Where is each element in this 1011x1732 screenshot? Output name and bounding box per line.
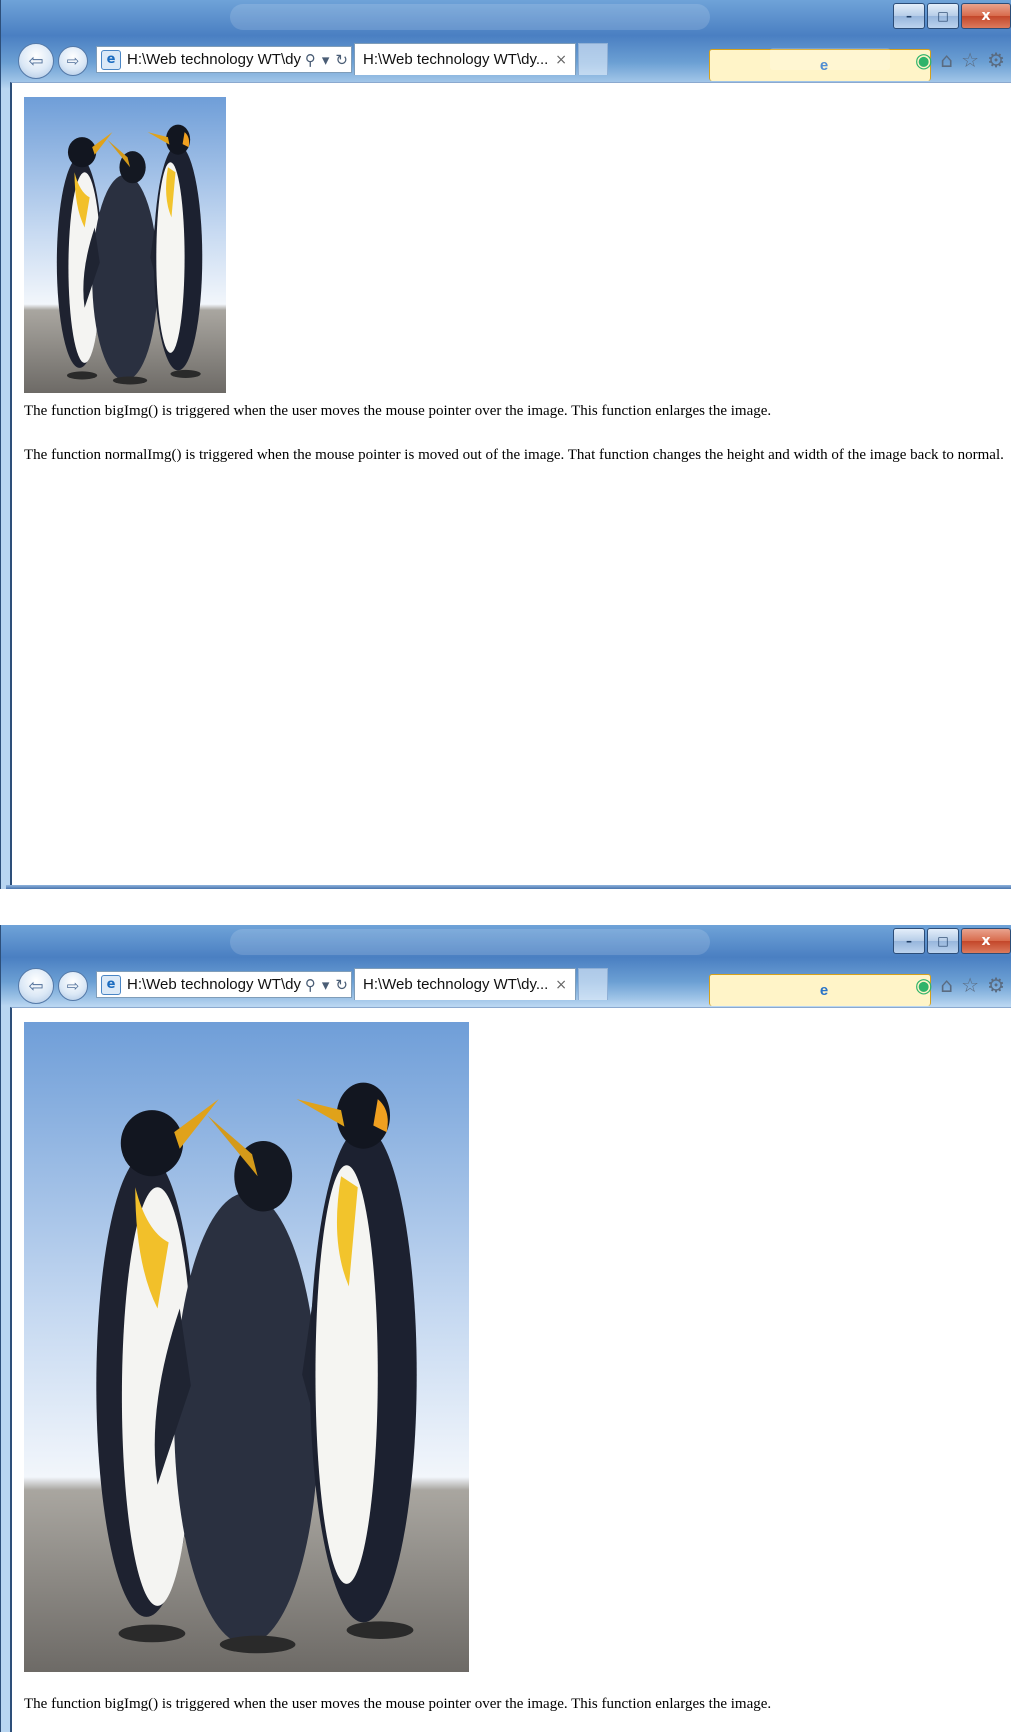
ie-page-icon: e: [101, 49, 121, 70]
forward-button[interactable]: ⇨: [58, 971, 88, 1001]
ie-page-icon: e: [101, 974, 121, 995]
refresh-icon[interactable]: ↻: [335, 51, 348, 69]
favorites-star-icon[interactable]: ☆: [961, 973, 979, 997]
new-tab-button[interactable]: [578, 968, 608, 1000]
back-button[interactable]: ⇦: [18, 43, 54, 79]
browser-window-enlarged: – □ x ⇦ ⇨ e H:\Web technology WT\dyr ⚲ ▾…: [0, 925, 1011, 1732]
maximize-button[interactable]: □: [927, 3, 959, 29]
tab-close-icon[interactable]: ×: [555, 52, 567, 68]
maximize-button[interactable]: □: [927, 928, 959, 954]
home-icon[interactable]: ⌂: [940, 973, 953, 997]
settings-gear-icon[interactable]: ⚙: [987, 973, 1005, 997]
address-bar[interactable]: e H:\Web technology WT\dyr ⚲ ▾ ↻: [96, 971, 352, 998]
page-content: The function bigImg() is triggered when …: [10, 1007, 1011, 1732]
dropdown-icon[interactable]: ▾: [322, 976, 330, 994]
paragraph-bigimg: The function bigImg() is triggered when …: [24, 1696, 772, 1712]
address-text: H:\Web technology WT\dyr: [127, 976, 302, 993]
tab-title: H:\Web technology WT\dy...: [363, 51, 548, 68]
page-content: The function bigImg() is triggered when …: [10, 82, 1011, 889]
navigation-bar: ⇦ ⇨ e H:\Web technology WT\dyr ⚲ ▾ ↻ e H…: [0, 963, 1011, 1007]
title-bar: – □ x: [0, 0, 1011, 38]
favorites-star-icon[interactable]: ☆: [961, 48, 979, 72]
search-box[interactable]: [770, 48, 890, 70]
close-button[interactable]: x: [961, 928, 1011, 954]
penguins-image[interactable]: [24, 97, 226, 393]
forward-arrow-icon: ⇨: [66, 52, 80, 70]
minimize-button[interactable]: –: [893, 3, 925, 29]
refresh-status-icon[interactable]: ◉: [915, 973, 932, 997]
caption-buttons: – □ x: [891, 928, 1011, 954]
settings-gear-icon[interactable]: ⚙: [987, 48, 1005, 72]
penguins-image-enlarged[interactable]: [24, 1022, 469, 1672]
back-button[interactable]: ⇦: [18, 968, 54, 1004]
refresh-icon[interactable]: ↻: [335, 976, 348, 994]
ie-tab-icon: e: [709, 974, 931, 1006]
tab-active[interactable]: e H:\Web technology WT\dy... ×: [354, 968, 931, 1006]
toolbar-icons: ◉ ⌂ ☆ ⚙: [907, 973, 1005, 997]
navigation-bar: ⇦ ⇨ e H:\Web technology WT\dyr ⚲ ▾ ↻ e H…: [0, 38, 1011, 82]
paragraph-normalimg: The function normalImg() is triggered wh…: [24, 447, 1004, 463]
tab-close-icon[interactable]: ×: [555, 977, 567, 993]
search-icon[interactable]: ⚲: [305, 976, 316, 994]
new-tab-button[interactable]: [578, 43, 608, 75]
home-icon[interactable]: ⌂: [940, 48, 953, 72]
refresh-status-icon[interactable]: ◉: [915, 48, 932, 72]
forward-arrow-icon: ⇨: [66, 977, 80, 995]
browser-window-normal: – □ x ⇦ ⇨ e H:\Web technology WT\dyr ⚲ ▾…: [0, 0, 1011, 889]
minimize-button[interactable]: –: [893, 928, 925, 954]
paragraph-bigimg: The function bigImg() is triggered when …: [24, 403, 772, 419]
window-bottom-edge: [6, 885, 1011, 889]
tab-active[interactable]: e H:\Web technology WT\dy... ×: [354, 43, 931, 81]
back-arrow-icon: ⇦: [28, 975, 44, 997]
close-button[interactable]: x: [961, 3, 1011, 29]
toolbar-icons: ◉ ⌂ ☆ ⚙: [907, 48, 1005, 72]
back-arrow-icon: ⇦: [28, 50, 44, 72]
address-bar[interactable]: e H:\Web technology WT\dyr ⚲ ▾ ↻: [96, 46, 352, 73]
dropdown-icon[interactable]: ▾: [322, 51, 330, 69]
tab-title: H:\Web technology WT\dy...: [363, 976, 548, 993]
caption-buttons: – □ x: [891, 3, 1011, 29]
address-text: H:\Web technology WT\dyr: [127, 51, 302, 68]
forward-button[interactable]: ⇨: [58, 46, 88, 76]
search-icon[interactable]: ⚲: [305, 51, 316, 69]
title-bar: – □ x: [0, 925, 1011, 963]
